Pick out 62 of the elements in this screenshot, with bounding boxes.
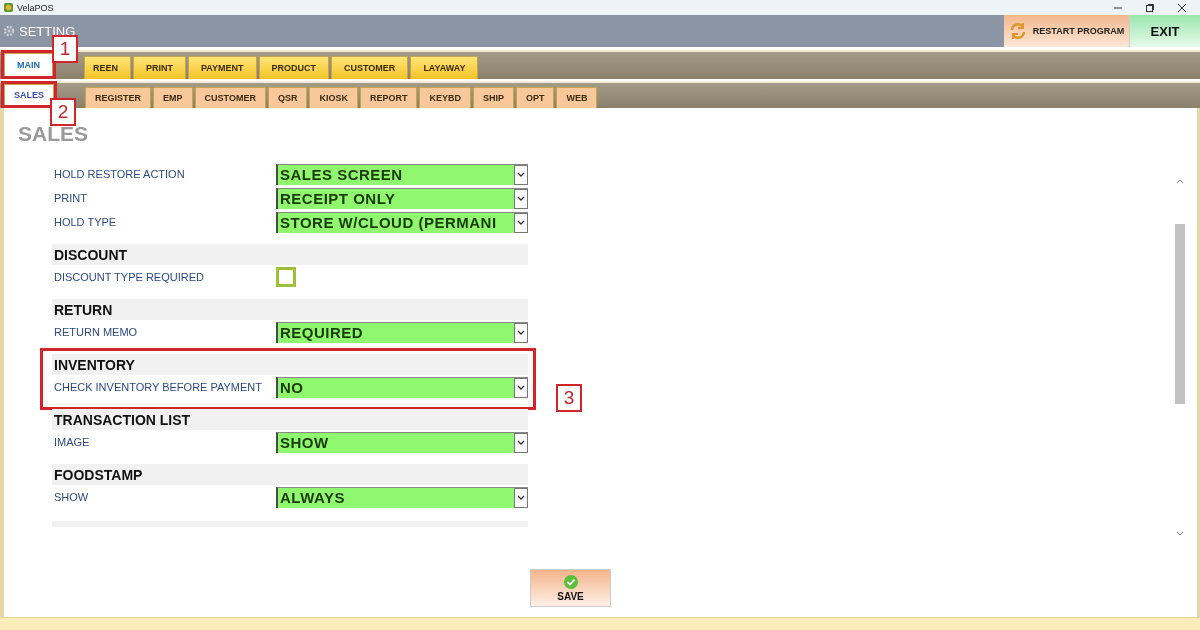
setting-label: DISCOUNT TYPE REQUIRED	[53, 271, 205, 283]
tab[interactable]: QSR	[267, 87, 308, 108]
section-heading: RETURN	[52, 299, 528, 320]
setting-label: CHECK INVENTORY BEFORE PAYMENT	[53, 381, 264, 393]
tab[interactable]: OPT	[515, 87, 555, 108]
tab[interactable]: LAYAWAY	[410, 56, 479, 79]
gear-icon	[3, 25, 15, 37]
tab[interactable]: REPORT	[359, 87, 418, 108]
dropdown-field[interactable]: STORE W/CLOUD (PERMANI	[276, 211, 528, 233]
tab[interactable]: PRODUCT	[258, 56, 330, 79]
tab[interactable]: EMP	[153, 87, 193, 108]
tab[interactable]: REGISTER	[85, 87, 152, 108]
setting-label: PRINT	[53, 192, 88, 204]
callout-number: 1	[52, 35, 78, 63]
section-heading: INVENTORY	[52, 354, 528, 375]
chevron-down-icon	[517, 219, 525, 226]
setting-label: SHOW	[53, 491, 90, 503]
check-circle-icon	[563, 574, 578, 589]
chevron-down-icon	[517, 329, 525, 336]
scroll-down-icon[interactable]	[1176, 531, 1184, 537]
scrollbar-thumb[interactable]	[1175, 224, 1185, 404]
refresh-icon	[1008, 22, 1027, 40]
close-icon[interactable]	[1178, 3, 1186, 12]
restart-program-button[interactable]: RESTART PROGRAM	[1004, 15, 1130, 47]
dropdown-field[interactable]: SALES SCREEN	[276, 163, 528, 185]
save-button[interactable]: SAVE	[530, 569, 611, 607]
tab[interactable]: SALES	[4, 84, 54, 105]
section-heading: TRANSACTION LIST	[52, 409, 528, 430]
tab[interactable]: CUSTOMER	[331, 56, 409, 79]
dropdown-field[interactable]: SHOW	[276, 431, 528, 453]
restore-icon[interactable]	[1146, 3, 1154, 12]
chevron-down-icon	[517, 439, 525, 446]
tab[interactable]: KEYBD	[419, 87, 471, 108]
dropdown-field[interactable]: ALWAYS	[276, 486, 528, 508]
tab[interactable]: MAIN	[4, 53, 53, 76]
checkbox[interactable]	[276, 267, 296, 287]
callout-number: 3	[556, 384, 582, 412]
tab[interactable]: WEB	[556, 87, 598, 108]
dropdown-field[interactable]: RECEIPT ONLY	[276, 187, 528, 209]
window-title: VelaPOS	[17, 2, 54, 13]
dropdown-field[interactable]: REQUIRED	[276, 321, 528, 343]
chevron-down-icon	[517, 171, 525, 178]
tab[interactable]: KIOSK	[309, 87, 358, 108]
tab[interactable]: REEN	[84, 56, 131, 79]
tab[interactable]: PRINT	[133, 56, 186, 79]
setting-label: RETURN MEMO	[53, 326, 139, 338]
app-logo-icon	[4, 3, 13, 12]
tab[interactable]: SHIP	[472, 87, 514, 108]
chevron-down-icon	[517, 195, 525, 202]
dropdown-field[interactable]: NO	[276, 376, 528, 398]
exit-button[interactable]: EXIT	[1130, 15, 1200, 47]
scroll-up-icon[interactable]	[1176, 178, 1184, 184]
chevron-down-icon	[517, 494, 525, 501]
setting-label: HOLD RESTORE ACTION	[53, 168, 186, 180]
section-heading: FOODSTAMP	[52, 464, 528, 485]
section-heading: DISCOUNT	[52, 244, 528, 265]
setting-label: HOLD TYPE	[53, 216, 118, 228]
tab[interactable]: CUSTOMER	[194, 87, 266, 108]
callout-number: 2	[50, 98, 76, 126]
tab[interactable]: PAYMENT	[188, 56, 257, 79]
setting-label: IMAGE	[53, 436, 91, 448]
chevron-down-icon	[517, 384, 525, 391]
